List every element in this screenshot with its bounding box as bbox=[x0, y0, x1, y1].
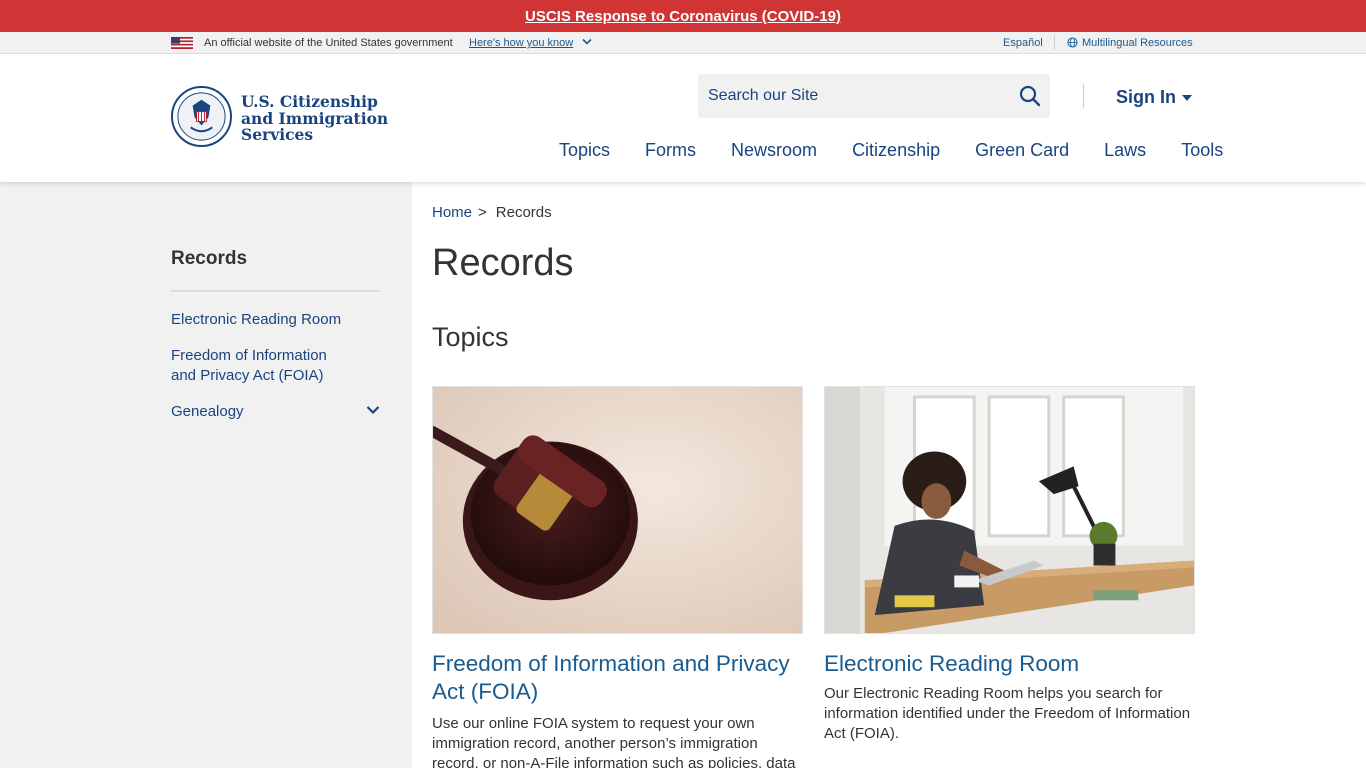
sidebar-item-genealogy[interactable]: Genealogy bbox=[171, 402, 244, 422]
main-content: Home > Records Records Topics Freedom of… bbox=[412, 182, 1366, 768]
nav-newsroom[interactable]: Newsroom bbox=[731, 140, 817, 161]
breadcrumb: Home > Records bbox=[432, 204, 552, 221]
card-description-foia: Use our online FOIA system to request yo… bbox=[432, 715, 796, 768]
dhs-seal-logo[interactable] bbox=[171, 86, 232, 147]
nav-topics[interactable]: Topics bbox=[559, 140, 610, 161]
gavel-image[interactable] bbox=[432, 386, 803, 634]
official-site-text: An official website of the United States… bbox=[204, 37, 453, 49]
covid-alert-link[interactable]: USCIS Response to Coronavirus (COVID-19) bbox=[525, 8, 841, 25]
card-title-reading-room[interactable]: Electronic Reading Room bbox=[824, 650, 1195, 678]
topic-card-reading-room: Electronic Reading Room Our Electronic R… bbox=[824, 386, 1195, 744]
multilingual-resources-link[interactable]: Multilingual Resources bbox=[1082, 37, 1193, 49]
card-description-reading-room: Our Electronic Reading Room helps you se… bbox=[824, 685, 1191, 742]
card-title-foia[interactable]: Freedom of Information and Privacy Act (… bbox=[432, 650, 803, 706]
main-navigation: Topics Forms Newsroom Citizenship Green … bbox=[559, 140, 1223, 161]
us-flag-icon bbox=[171, 37, 193, 49]
sidebar-item-electronic-reading-room[interactable]: Electronic Reading Room bbox=[171, 310, 341, 330]
sidebar-item-foia[interactable]: Freedom of Information and Privacy Act (… bbox=[171, 346, 351, 386]
espanol-link[interactable]: Español bbox=[1003, 37, 1043, 49]
how-you-know-link[interactable]: Here's how you know bbox=[469, 37, 573, 49]
chevron-down-icon[interactable] bbox=[366, 405, 380, 415]
logo-line-3: Services bbox=[241, 125, 314, 144]
breadcrumb-current: Records bbox=[495, 204, 552, 221]
nav-tools[interactable]: Tools bbox=[1181, 140, 1223, 161]
sign-in-button[interactable]: Sign In bbox=[1116, 87, 1192, 108]
sidebar-title: Records bbox=[171, 248, 248, 269]
sidebar-divider bbox=[171, 290, 380, 292]
sidebar: Records Electronic Reading Room Freedom … bbox=[0, 182, 412, 768]
search-icon[interactable] bbox=[1018, 84, 1042, 108]
page-title: Records bbox=[432, 242, 574, 284]
covid-alert-banner: USCIS Response to Coronavirus (COVID-19) bbox=[0, 0, 1366, 32]
woman-at-laptop-image[interactable] bbox=[824, 386, 1195, 634]
nav-forms[interactable]: Forms bbox=[645, 140, 696, 161]
site-header: U.S. Citizenship and Immigration Service… bbox=[0, 54, 1366, 182]
search-input[interactable] bbox=[698, 74, 1008, 118]
breadcrumb-separator: > bbox=[478, 204, 487, 221]
gov-banner: An official website of the United States… bbox=[0, 32, 1366, 54]
caret-down-icon bbox=[1182, 94, 1192, 101]
uscis-wordmark[interactable]: U.S. Citizenship and Immigration Service… bbox=[241, 93, 388, 144]
nav-laws[interactable]: Laws bbox=[1104, 140, 1146, 161]
divider bbox=[1054, 35, 1055, 50]
breadcrumb-home[interactable]: Home bbox=[432, 204, 472, 221]
site-search bbox=[698, 74, 1050, 118]
section-title: Topics bbox=[432, 322, 509, 352]
globe-icon bbox=[1067, 37, 1078, 48]
topic-card-foia: Freedom of Information and Privacy Act (… bbox=[432, 386, 803, 768]
sign-in-label: Sign In bbox=[1116, 87, 1176, 107]
chevron-down-icon[interactable] bbox=[582, 38, 592, 46]
nav-green-card[interactable]: Green Card bbox=[975, 140, 1069, 161]
nav-citizenship[interactable]: Citizenship bbox=[852, 140, 940, 161]
header-divider bbox=[1083, 84, 1084, 108]
